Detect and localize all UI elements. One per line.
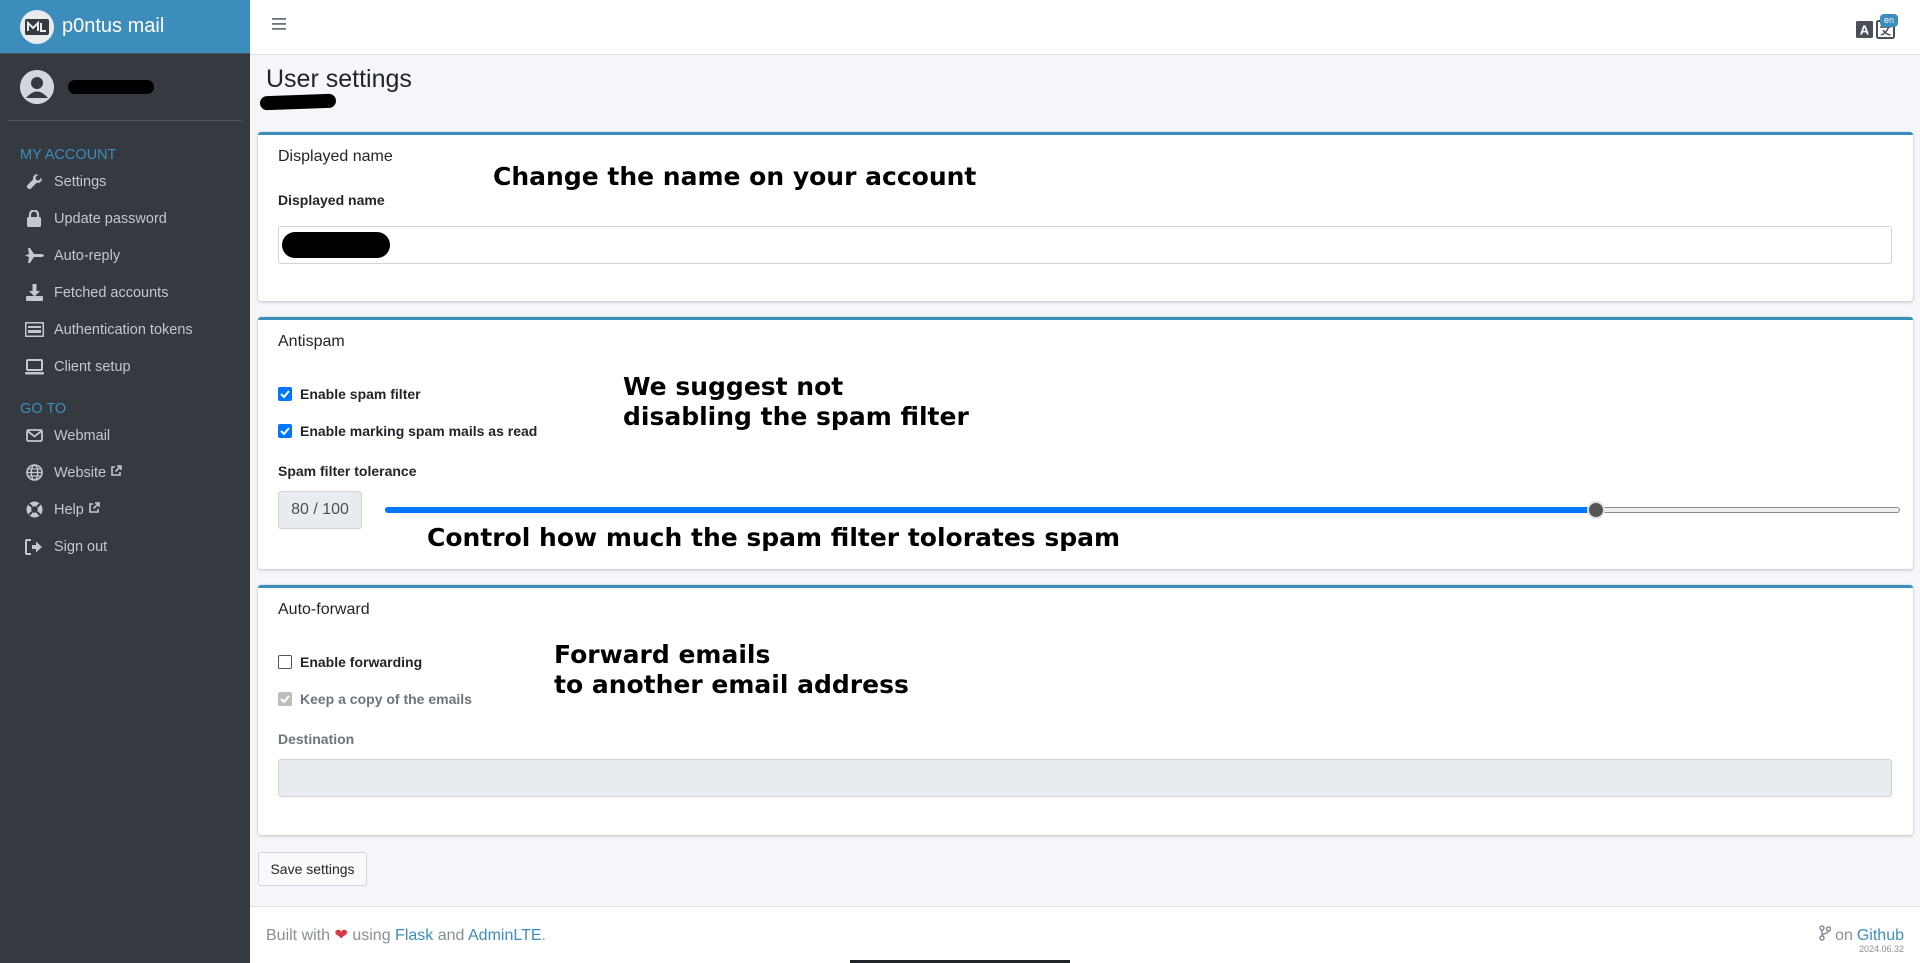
annotation-change-name: Change the name on your account [493, 162, 977, 191]
enable-marking-read-checkbox[interactable] [278, 424, 292, 438]
annotation-forward-line2: to another email address [554, 670, 909, 699]
download-icon [24, 284, 44, 302]
card-title: Auto-forward [278, 601, 370, 618]
enable-spam-filter-row: Enable spam filter [278, 386, 421, 402]
heart-icon: ❤ [334, 927, 348, 944]
destination-input[interactable] [278, 759, 1892, 797]
sidebar-item-label: Webmail [54, 427, 111, 444]
enable-forwarding-row: Enable forwarding [278, 654, 422, 670]
github-link[interactable]: Github [1857, 927, 1904, 945]
sidebar-item-settings[interactable]: Settings [0, 163, 250, 200]
displayed-name-input[interactable] [278, 226, 1892, 264]
wrench-icon [24, 173, 44, 191]
menu-toggle-icon[interactable] [272, 17, 290, 35]
laptop-icon [24, 358, 44, 376]
git-branch-icon [1819, 925, 1832, 946]
annotation-spam-line1: We suggest not [623, 372, 844, 401]
spam-tolerance-label: Spam filter tolerance [278, 463, 417, 479]
enable-marking-read-label: Enable marking spam mails as read [300, 423, 538, 439]
page-title: User settings [266, 65, 412, 93]
sidebar-item-webmail[interactable]: Webmail [0, 417, 250, 454]
user-panel[interactable] [8, 54, 242, 121]
flask-link[interactable]: Flask [395, 927, 433, 944]
footer-and: and [437, 927, 465, 944]
lifebuoy-icon [24, 501, 44, 519]
envelope-icon [24, 427, 44, 445]
sign-out-icon [24, 538, 44, 556]
redacted-subtitle [259, 93, 337, 111]
footer-github: on Github [1819, 925, 1904, 946]
sidebar-item-fetched-accounts[interactable]: Fetched accounts [0, 274, 250, 311]
lock-icon [24, 210, 44, 228]
displayed-name-card: Displayed name Change the name on your a… [258, 132, 1913, 301]
slider-fill [385, 507, 1596, 513]
save-settings-button[interactable]: Save settings [258, 852, 367, 886]
spam-tolerance-value: 80 / 100 [278, 491, 362, 529]
nav-header-go-to: GO TO [20, 401, 67, 417]
plane-icon [24, 247, 44, 265]
sidebar-item-label: Auto-reply [54, 247, 121, 264]
sidebar-item-label: Sign out [54, 538, 108, 555]
adminlte-link[interactable]: AdminLTE [468, 927, 542, 944]
nav-header-my-account: MY ACCOUNT [20, 147, 117, 163]
globe-icon [24, 464, 44, 482]
footer: Built with ❤ using Flask and AdminLTE. o… [250, 906, 1920, 963]
brand-logo-icon [20, 9, 54, 44]
keep-copy-row: Keep a copy of the emails [278, 691, 472, 707]
footer-built-with: Built with [266, 927, 331, 944]
external-link-icon [110, 464, 122, 481]
footer-on: on [1835, 926, 1853, 944]
enable-forwarding-label: Enable forwarding [300, 654, 423, 670]
antispam-card: Antispam Enable spam filter Enable marki… [258, 317, 1913, 569]
svg-text:A: A [1860, 23, 1870, 38]
language-badge: en [1879, 14, 1898, 27]
sidebar-item-label: Client setup [54, 358, 131, 375]
redacted-name-value [282, 232, 390, 258]
enable-spam-filter-label: Enable spam filter [300, 386, 421, 402]
sidebar-item-update-password[interactable]: Update password [0, 200, 250, 237]
keep-copy-label: Keep a copy of the emails [300, 691, 472, 707]
token-icon [24, 321, 44, 339]
version-text: 2024.06.32 [1858, 944, 1904, 954]
redacted-username [68, 80, 154, 94]
card-title: Antispam [278, 333, 345, 350]
translate-icon: A [1856, 20, 1896, 44]
sidebar-item-label: Fetched accounts [54, 284, 169, 301]
brand-link[interactable]: p0ntus mail [0, 0, 250, 54]
sidebar-item-label: Authentication tokens [54, 321, 193, 338]
enable-marking-read-row: Enable marking spam mails as read [278, 423, 537, 439]
sidebar-item-label: Update password [54, 210, 167, 227]
annotation-forward-line1: Forward emails [554, 640, 771, 669]
card-title: Displayed name [278, 148, 393, 165]
displayed-name-label: Displayed name [278, 192, 385, 208]
footer-credits: Built with ❤ using Flask and AdminLTE. [266, 925, 546, 945]
enable-forwarding-checkbox[interactable] [278, 655, 292, 669]
sidebar: p0ntus mail MY ACCOUNT Settings Update p… [0, 0, 250, 963]
user-avatar-icon [20, 70, 54, 104]
sidebar-item-website[interactable]: Website [0, 454, 250, 491]
annotation-slider: Control how much the spam filter tolorat… [427, 523, 1121, 552]
sidebar-item-auto-reply[interactable]: Auto-reply [0, 237, 250, 274]
sidebar-item-label: Website [54, 464, 107, 481]
brand-name: p0ntus mail [62, 15, 165, 37]
top-navbar: A en [250, 0, 1920, 55]
spam-tolerance-slider[interactable] [385, 501, 1900, 519]
sidebar-item-help[interactable]: Help [0, 491, 250, 528]
external-link-icon [88, 501, 100, 518]
sidebar-item-authentication-tokens[interactable]: Authentication tokens [0, 311, 250, 348]
keep-copy-checkbox[interactable] [278, 692, 292, 706]
slider-thumb[interactable] [1587, 501, 1606, 519]
language-switcher[interactable]: A en [1856, 14, 1898, 40]
footer-period: . [541, 927, 546, 944]
sidebar-item-label: Settings [54, 173, 107, 190]
auto-forward-card: Auto-forward Enable forwarding Keep a co… [258, 585, 1913, 835]
sidebar-item-sign-out[interactable]: Sign out [0, 528, 250, 565]
sidebar-item-client-setup[interactable]: Client setup [0, 348, 250, 385]
destination-label: Destination [278, 731, 355, 747]
annotation-spam-line2: disabling the spam filter [623, 402, 969, 431]
sidebar-item-label: Help [54, 501, 84, 518]
enable-spam-filter-checkbox[interactable] [278, 387, 292, 401]
footer-using: using [352, 927, 391, 944]
